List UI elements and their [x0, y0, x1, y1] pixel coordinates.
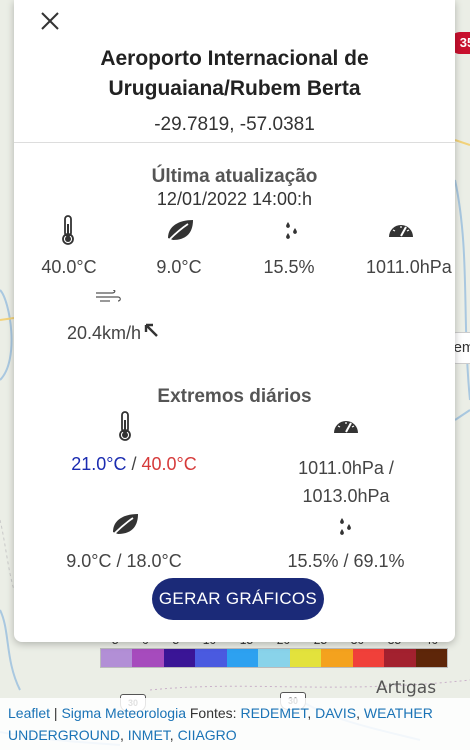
scale-swatch [226, 649, 259, 667]
scale-swatch [352, 649, 385, 667]
close-icon[interactable] [39, 10, 61, 32]
station-name-line2: Uruguaiana/Rubem Berta [108, 77, 361, 100]
pressure-gauge-icon [334, 421, 358, 433]
leaf-icon [168, 220, 193, 240]
wind-direction-arrow-icon [144, 323, 158, 337]
last-update-datetime: 12/01/2022 14:00:h [156, 189, 313, 209]
current-humidity: 15.5% [263, 257, 315, 277]
generate-charts-button[interactable]: GERAR GRÁFICOS [152, 578, 324, 620]
thermometer-icon [62, 215, 74, 245]
source-link-redemet[interactable]: REDEMET [240, 705, 307, 721]
temperature-color-scale [100, 648, 448, 668]
source-link-inmet[interactable]: INMET [128, 727, 170, 743]
scale-swatch [384, 649, 416, 667]
scale-swatch [321, 649, 353, 667]
scale-swatch [101, 649, 133, 667]
pressure-gauge-icon [389, 225, 413, 237]
scale-swatch [258, 649, 290, 667]
divider [14, 142, 455, 143]
daily-temp-separator: / [126, 454, 142, 474]
scale-swatch [132, 649, 164, 667]
thermometer-icon [119, 411, 131, 441]
station-name: Aeroporto Internacional de Uruguaiana/Ru… [14, 44, 455, 104]
daily-pressure-min: 1011.0hPa / [298, 458, 394, 478]
source-link-davis[interactable]: DAVIS [315, 705, 356, 721]
daily-extremes-title: Extremos diários [157, 386, 312, 407]
daily-temp-min: 21.0°C [71, 454, 127, 474]
scale-swatch [195, 649, 227, 667]
current-pressure: 1011.0hPa [366, 257, 452, 277]
sigma-link[interactable]: Sigma Meteorologia [61, 705, 186, 721]
source-link-ciiagro[interactable]: CIIAGRO [178, 727, 237, 743]
leaflet-link[interactable]: Leaflet [8, 705, 50, 721]
daily-temp-max: 40.0°C [141, 454, 197, 474]
last-update-title: Última atualização [151, 166, 318, 187]
leaf-icon [113, 514, 138, 534]
daily-humidity-range: 15.5% / 69.1% [287, 551, 405, 571]
scale-swatch [163, 649, 196, 667]
scale-swatch [289, 649, 322, 667]
city-label: Artigas [376, 678, 437, 698]
map-attribution: Leaflet | Sigma Meteorologia Fontes: RED… [0, 698, 470, 750]
current-dew-point: 9.0°C [156, 257, 202, 277]
daily-pressure-range: 1011.0hPa / 1013.0hPa [276, 454, 416, 510]
station-coordinates: -29.7819, -57.0381 [154, 114, 315, 135]
daily-temperature-range: 21.0°C / 40.0°C [34, 454, 234, 475]
humidity-drops-icon [286, 222, 297, 239]
sources-label: Fontes: [185, 705, 241, 721]
station-popup: Aeroporto Internacional de Uruguaiana/Ru… [14, 0, 455, 642]
station-name-line1: Aeroporto Internacional de [100, 47, 369, 70]
wind-icon [96, 290, 121, 302]
attribution-separator: | [50, 705, 62, 721]
scale-swatch [415, 649, 447, 667]
current-temperature: 40.0°C [41, 257, 97, 277]
humidity-drops-icon [340, 518, 351, 535]
daily-dew-point-range: 9.0°C / 18.0°C [66, 551, 182, 571]
daily-pressure-max: 1013.0hPa [302, 486, 390, 506]
